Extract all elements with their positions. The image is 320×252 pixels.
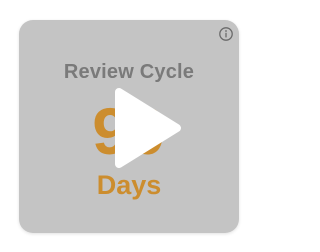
play-icon xyxy=(115,88,181,168)
play-button[interactable] xyxy=(107,88,182,168)
info-icon xyxy=(219,27,233,41)
cycle-length-unit: Days xyxy=(96,170,162,200)
widget-title: Review Cycle xyxy=(63,61,195,83)
info-button[interactable] xyxy=(218,26,234,42)
review-cycle-widget: Review Cycle 90 Days xyxy=(19,20,239,233)
